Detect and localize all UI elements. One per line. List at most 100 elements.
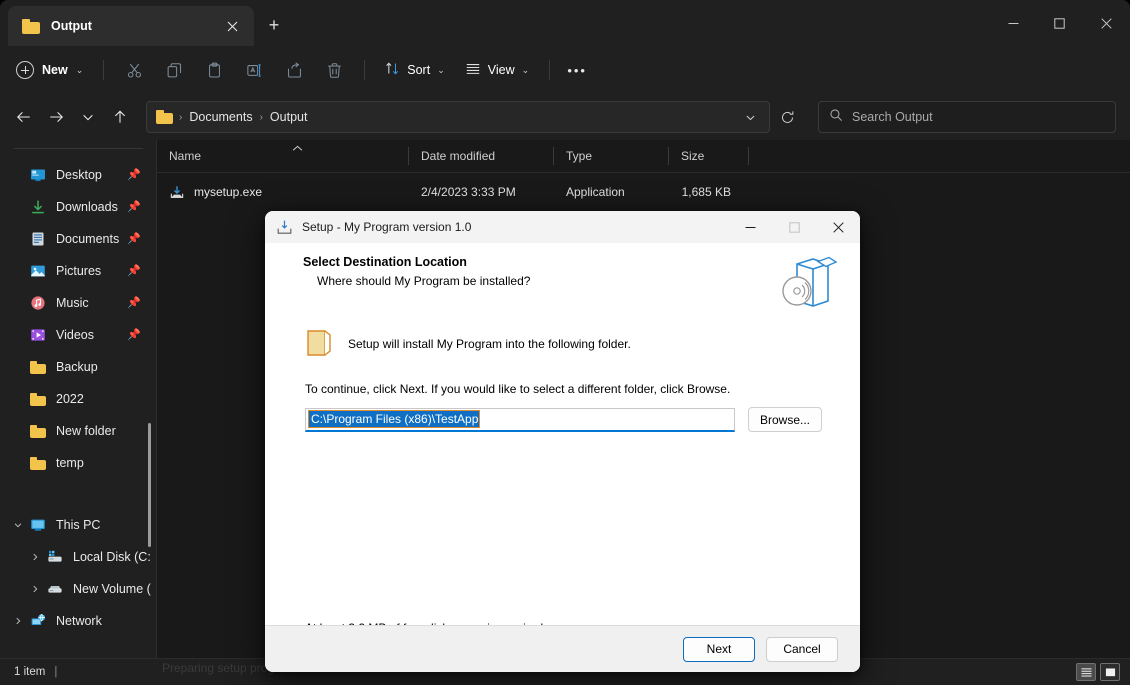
minimize-icon[interactable] — [728, 211, 772, 243]
sidebar-item-label: temp — [56, 456, 84, 470]
file-type: Application — [566, 185, 625, 199]
status-separator: | — [54, 666, 58, 678]
download-icon — [30, 199, 46, 215]
sidebar-item-new-folder[interactable]: New folder — [6, 415, 151, 447]
rename-button[interactable] — [234, 54, 274, 86]
chevron-down-icon: ⌄ — [521, 64, 530, 75]
pin-icon[interactable]: 📌 — [127, 328, 141, 341]
pin-icon[interactable]: 📌 — [127, 200, 141, 213]
sidebar-item-label: Documents — [56, 232, 120, 246]
chevron-right-icon[interactable] — [30, 573, 40, 605]
more-options-button[interactable]: ••• — [560, 54, 594, 86]
minimize-icon[interactable] — [990, 0, 1036, 46]
new-button[interactable]: New ⌄ — [14, 54, 93, 86]
delete-button[interactable] — [314, 54, 354, 86]
close-icon[interactable] — [1082, 0, 1130, 46]
setup-wizard-dialog: Setup - My Program version 1.0 Select De… — [265, 211, 860, 672]
new-tab-button[interactable]: + — [261, 12, 287, 38]
pin-icon[interactable]: 📌 — [127, 232, 141, 245]
pin-icon[interactable]: 📌 — [127, 264, 141, 277]
music-icon — [30, 295, 46, 311]
details-view-icon[interactable] — [1076, 663, 1096, 681]
sidebar-item-label: Pictures — [56, 264, 102, 278]
sidebar-item-label: Downloads — [56, 200, 118, 214]
browse-button[interactable]: Browse... — [748, 407, 822, 432]
document-icon — [30, 231, 46, 247]
back-button[interactable] — [8, 101, 40, 133]
copy-button[interactable] — [154, 54, 194, 86]
explorer-tab-output[interactable]: Output — [8, 6, 254, 46]
sidebar-item-label: Local Disk (C:) — [73, 550, 151, 564]
cut-button[interactable] — [114, 54, 154, 86]
sidebar-item-label: This PC — [56, 518, 101, 532]
chevron-right-icon[interactable] — [13, 605, 23, 637]
sidebar-item-desktop[interactable]: Desktop 📌 — [6, 159, 151, 191]
chevron-down-icon[interactable] — [13, 509, 23, 541]
recent-locations-button[interactable] — [72, 101, 104, 133]
paste-button[interactable] — [194, 54, 234, 86]
sidebar-item-network[interactable]: Network — [6, 605, 151, 637]
forward-button[interactable] — [40, 101, 72, 133]
sidebar-item-label: Music — [56, 296, 89, 310]
sidebar-item-new-volume[interactable]: New Volume ( — [6, 573, 151, 605]
desktop-icon — [30, 167, 46, 183]
refresh-button[interactable] — [772, 101, 802, 133]
pin-icon[interactable]: 📌 — [127, 296, 141, 309]
share-button[interactable] — [274, 54, 314, 86]
table-row[interactable]: mysetup.exe 2/4/2023 3:33 PM Application… — [157, 177, 1130, 207]
sidebar-item-videos[interactable]: Videos 📌 — [6, 319, 151, 351]
cancel-button[interactable]: Cancel — [766, 636, 838, 662]
sort-ascending-icon — [292, 144, 303, 154]
close-icon[interactable] — [816, 211, 860, 243]
dialog-body: Setup will install My Program into the f… — [265, 327, 860, 647]
page-subtitle: Where should My Program be installed? — [317, 274, 531, 288]
column-header-date-modified[interactable]: Date modified — [409, 140, 554, 172]
column-header-name[interactable]: Name — [157, 140, 409, 172]
address-bar[interactable]: › Documents › Output — [146, 101, 770, 133]
next-button[interactable]: Next — [683, 636, 755, 662]
breadcrumb-output[interactable]: Output — [265, 108, 313, 126]
sort-arrows-icon — [385, 61, 400, 79]
large-icons-view-icon[interactable] — [1100, 663, 1120, 681]
sidebar-item-backup[interactable]: Backup — [6, 351, 151, 383]
sort-button[interactable]: Sort ⌄ — [375, 54, 454, 86]
pin-icon[interactable]: 📌 — [127, 168, 141, 181]
sidebar-item-this-pc[interactable]: This PC — [6, 509, 151, 541]
chevron-right-icon[interactable] — [30, 541, 40, 573]
close-icon[interactable] — [220, 14, 244, 38]
sidebar-item-label: Network — [56, 614, 102, 628]
sidebar-item-temp[interactable]: temp — [6, 447, 151, 479]
sidebar-item-pictures[interactable]: Pictures 📌 — [6, 255, 151, 287]
column-label: Type — [566, 149, 593, 163]
explorer-command-bar: New ⌄ Sort ⌄ View ⌄ ••• — [0, 46, 1130, 94]
open-folder-icon — [305, 327, 335, 359]
file-name-cell[interactable]: mysetup.exe — [157, 184, 409, 200]
breadcrumb-documents[interactable]: Documents — [184, 108, 257, 126]
chevron-down-icon[interactable] — [737, 104, 763, 130]
sidebar-item-documents[interactable]: Documents 📌 — [6, 223, 151, 255]
column-header-type[interactable]: Type — [554, 140, 669, 172]
view-button[interactable]: View ⌄ — [455, 54, 539, 86]
page-title: Select Destination Location — [303, 255, 467, 269]
sidebar-item-2022[interactable]: 2022 — [6, 383, 151, 415]
sidebar-item-local-disk-c[interactable]: Local Disk (C:) — [6, 541, 151, 573]
sidebar-item-music[interactable]: Music 📌 — [6, 287, 151, 319]
column-label: Name — [169, 149, 202, 163]
maximize-icon[interactable] — [1036, 0, 1082, 46]
sidebar-item-downloads[interactable]: Downloads 📌 — [6, 191, 151, 223]
sidebar-item-label: Desktop — [56, 168, 102, 182]
exe-installer-icon — [169, 184, 185, 200]
search-box[interactable]: Search Output — [818, 101, 1116, 133]
breadcrumb-separator: › — [179, 111, 183, 123]
new-button-label: New — [42, 63, 68, 77]
destination-path-input[interactable]: C:\Program Files (x86)\TestApp — [305, 407, 735, 432]
view-lines-icon — [465, 61, 481, 80]
folder-icon — [30, 360, 46, 374]
sidebar-scrollbar[interactable] — [148, 423, 151, 547]
destination-path-value: C:\Program Files (x86)\TestApp — [307, 410, 481, 428]
toolbar-divider — [103, 60, 105, 80]
column-header-size[interactable]: Size — [669, 140, 749, 172]
up-button[interactable] — [104, 101, 136, 133]
item-count: 1 item — [14, 666, 46, 678]
toolbar-divider-3 — [549, 60, 551, 80]
